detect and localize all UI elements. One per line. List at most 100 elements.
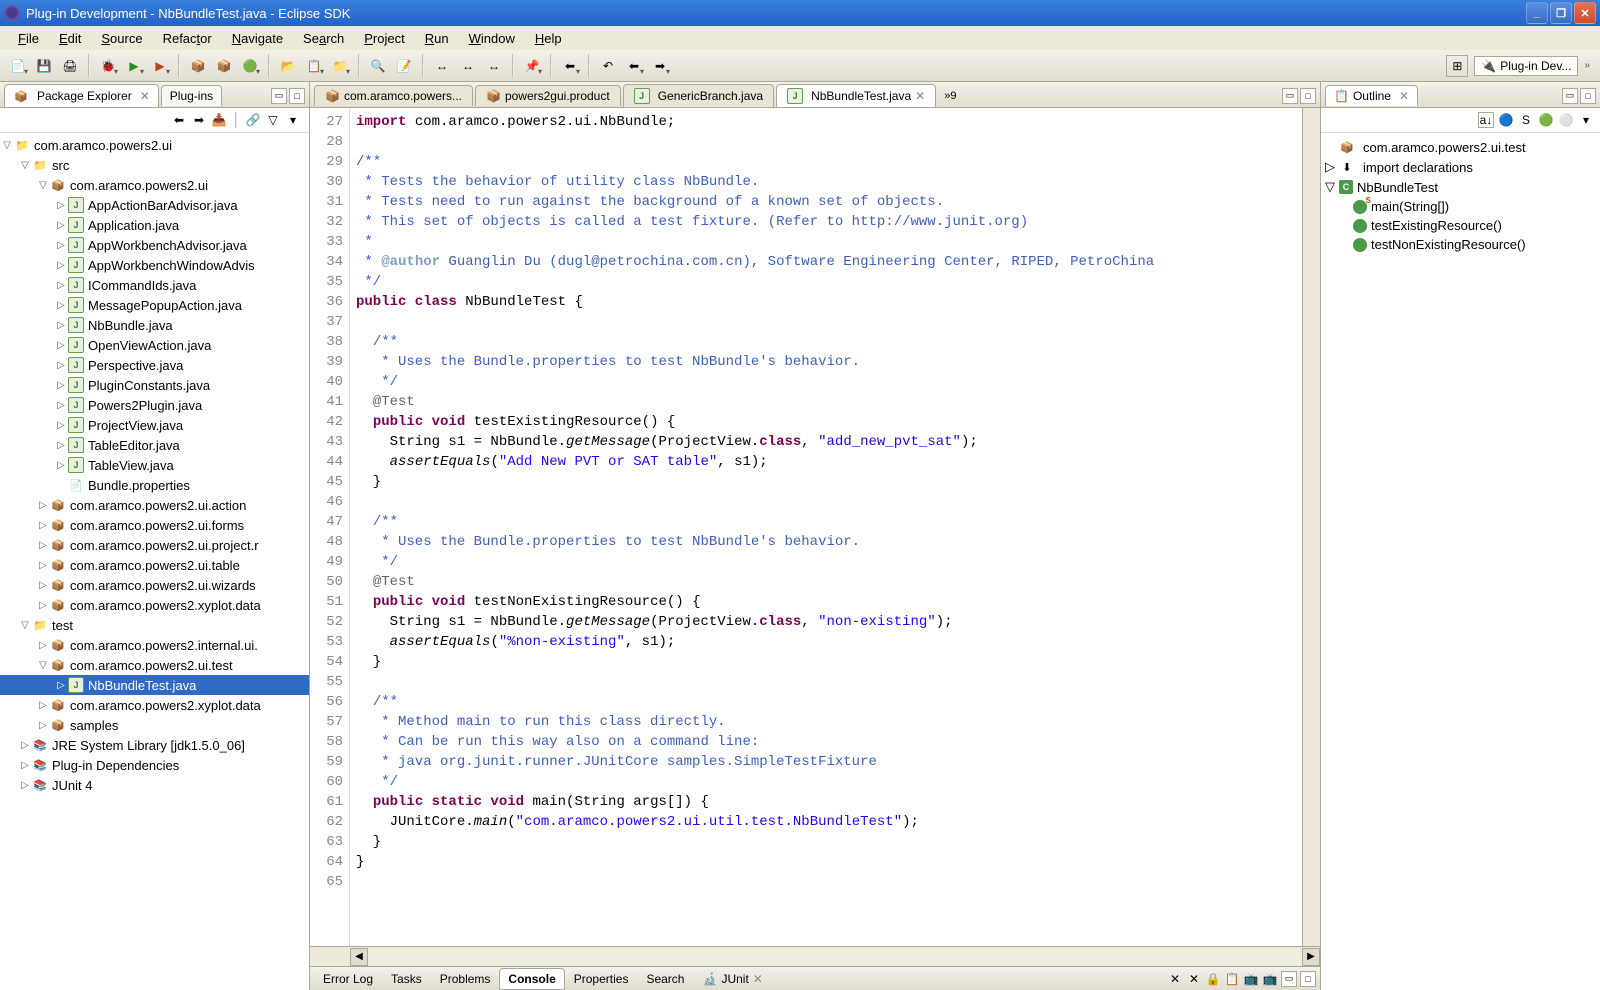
outline-method-test2[interactable]: testNonExistingResource() <box>1325 235 1596 254</box>
tab-plugins[interactable]: Plug-ins <box>161 85 222 106</box>
print-button[interactable]: 🖨 <box>58 54 82 78</box>
tab-search[interactable]: Search <box>637 968 693 990</box>
nav-button2[interactable]: ↔ <box>456 54 480 78</box>
outline-method-test1[interactable]: testExistingResource() <box>1325 216 1596 235</box>
tree-pkg[interactable]: ▷📦com.aramco.powers2.xyplot.data <box>0 695 309 715</box>
tab-properties[interactable]: Properties <box>565 968 638 990</box>
search-button[interactable]: 🔍 <box>366 54 390 78</box>
tree-file[interactable]: ▷JAppWorkbenchWindowAdvis <box>0 255 309 275</box>
hide-nonpublic-icon[interactable]: 🟢 <box>1538 112 1554 128</box>
pin-button[interactable]: 📌 <box>520 54 544 78</box>
tree-pkg[interactable]: ▷📦com.aramco.powers2.xyplot.data <box>0 595 309 615</box>
tree-file[interactable]: ▷JICommandIds.java <box>0 275 309 295</box>
tree-file[interactable]: ▷JNbBundle.java <box>0 315 309 335</box>
maximize-view-button[interactable]: □ <box>1300 971 1316 987</box>
menu-project[interactable]: Project <box>354 29 414 48</box>
tree-file[interactable]: ▷JProjectView.java <box>0 415 309 435</box>
editor-tab-4[interactable]: JNbBundleTest.java✕ <box>776 84 936 107</box>
outline-method-main[interactable]: main(String[]) <box>1325 197 1596 216</box>
tree-pkg-ui[interactable]: ▽📦com.aramco.powers2.ui <box>0 175 309 195</box>
sort-icon[interactable]: a↓ <box>1478 112 1494 128</box>
console-tool-icon[interactable]: 📺 <box>1262 971 1278 987</box>
maximize-view-button[interactable]: □ <box>1580 88 1596 104</box>
console-tool-icon[interactable]: ✕ <box>1186 971 1202 987</box>
tab-package-explorer[interactable]: 📦 Package Explorer ✕ <box>4 84 159 107</box>
tree-file[interactable]: ▷JAppActionBarAdvisor.java <box>0 195 309 215</box>
close-tab-icon[interactable]: ✕ <box>753 972 763 986</box>
nav-button[interactable]: ↔ <box>430 54 454 78</box>
hide-local-icon[interactable]: ⚪ <box>1558 112 1574 128</box>
tree-pkg-uitest[interactable]: ▽📦com.aramco.powers2.ui.test <box>0 655 309 675</box>
new-ext-button[interactable]: 📦 <box>212 54 236 78</box>
link-icon[interactable]: 🔗 <box>245 112 261 128</box>
editor-tab-1[interactable]: 📦com.aramco.powers... <box>314 85 473 106</box>
vertical-scrollbar[interactable] <box>1302 108 1320 946</box>
nav-button3[interactable]: ↔ <box>482 54 506 78</box>
hide-static-icon[interactable]: S <box>1518 112 1534 128</box>
tree-file[interactable]: ▷JTableEditor.java <box>0 435 309 455</box>
horizontal-scrollbar[interactable]: ◀ ▶ <box>310 946 1320 966</box>
forward-button[interactable]: ➡ <box>648 54 672 78</box>
tree-pkg[interactable]: ▷📦com.aramco.powers2.ui.table <box>0 555 309 575</box>
scroll-right-button[interactable]: ▶ <box>1302 948 1320 966</box>
nav-toggle-button[interactable]: ⬅ <box>558 54 582 78</box>
tree-jre[interactable]: ▷📚JRE System Library [jdk1.5.0_06] <box>0 735 309 755</box>
tab-outline[interactable]: 📋 Outline ✕ <box>1325 85 1418 106</box>
last-edit-button[interactable]: ↶ <box>596 54 620 78</box>
tree-file[interactable]: ▷JPerspective.java <box>0 355 309 375</box>
back-button[interactable]: ⬅ <box>622 54 646 78</box>
forward-icon[interactable]: ➡ <box>191 112 207 128</box>
ann-button[interactable]: 📝 <box>392 54 416 78</box>
console-tool-icon[interactable]: 🔒 <box>1205 971 1221 987</box>
tree-file[interactable]: ▷JPowers2Plugin.java <box>0 395 309 415</box>
close-button[interactable]: ✕ <box>1574 2 1596 24</box>
maximize-editor-button[interactable]: □ <box>1300 88 1316 104</box>
hide-fields-icon[interactable]: 🔵 <box>1498 112 1514 128</box>
maximize-button[interactable]: ❐ <box>1550 2 1572 24</box>
perspective-plugin-dev[interactable]: 🔌Plug-in Dev... <box>1474 56 1578 76</box>
tree-pkg[interactable]: ▷📦samples <box>0 715 309 735</box>
tab-tasks[interactable]: Tasks <box>382 968 431 990</box>
maximize-view-button[interactable]: □ <box>289 88 305 104</box>
menu-edit[interactable]: Edit <box>49 29 91 48</box>
minimize-editor-button[interactable]: ▭ <box>1282 88 1298 104</box>
minimize-view-button[interactable]: ▭ <box>271 88 287 104</box>
console-tool-icon[interactable]: ✕ <box>1167 971 1183 987</box>
menu-icon[interactable]: ▾ <box>1578 112 1594 128</box>
open-task-button[interactable]: 📋 <box>302 54 326 78</box>
package-explorer-tree[interactable]: ▽📁com.aramco.powers2.ui ▽📁src ▽📦com.aram… <box>0 133 309 990</box>
tree-file-nbbundletest[interactable]: ▷JNbBundleTest.java <box>0 675 309 695</box>
tree-plugin-deps[interactable]: ▷📚Plug-in Dependencies <box>0 755 309 775</box>
menu-file[interactable]: File <box>8 29 49 48</box>
tab-problems[interactable]: Problems <box>431 968 500 990</box>
run-ext-button[interactable]: ▶ <box>148 54 172 78</box>
menu-refactor[interactable]: Refactor <box>153 29 222 48</box>
menu-navigate[interactable]: Navigate <box>222 29 293 48</box>
tree-junit[interactable]: ▷📚JUnit 4 <box>0 775 309 795</box>
tree-file[interactable]: ▷JMessagePopupAction.java <box>0 295 309 315</box>
menu-source[interactable]: Source <box>91 29 152 48</box>
editor-tab-3[interactable]: JGenericBranch.java <box>623 84 774 107</box>
menu-icon[interactable]: ▾ <box>285 112 301 128</box>
tree-file[interactable]: ▷JTableView.java <box>0 455 309 475</box>
tree-pkg[interactable]: ▷📦com.aramco.powers2.internal.ui. <box>0 635 309 655</box>
close-tab-icon[interactable]: ✕ <box>915 89 925 103</box>
new-plugin-button[interactable]: 📦 <box>186 54 210 78</box>
run-button[interactable]: ▶ <box>122 54 146 78</box>
minimize-button[interactable]: _ <box>1526 2 1548 24</box>
outline-class[interactable]: ▽CNbBundleTest <box>1325 177 1596 197</box>
menu-help[interactable]: Help <box>525 29 572 48</box>
outline-imports[interactable]: ▷⬇import declarations <box>1325 157 1596 177</box>
menu-window[interactable]: Window <box>459 29 525 48</box>
tree-src[interactable]: ▽📁src <box>0 155 309 175</box>
tree-file[interactable]: ▷JPluginConstants.java <box>0 375 309 395</box>
tab-error-log[interactable]: Error Log <box>314 968 382 990</box>
tree-pkg[interactable]: ▷📦com.aramco.powers2.ui.action <box>0 495 309 515</box>
tree-file[interactable]: ▷JApplication.java <box>0 215 309 235</box>
open-type-button[interactable]: 📂 <box>276 54 300 78</box>
editor-tabs-overflow[interactable]: »9 <box>938 88 962 104</box>
tree-pkg[interactable]: ▷📦com.aramco.powers2.ui.wizards <box>0 575 309 595</box>
menu-search[interactable]: Search <box>293 29 354 48</box>
close-tab-icon[interactable]: ✕ <box>1399 89 1409 103</box>
scroll-left-button[interactable]: ◀ <box>350 948 368 966</box>
